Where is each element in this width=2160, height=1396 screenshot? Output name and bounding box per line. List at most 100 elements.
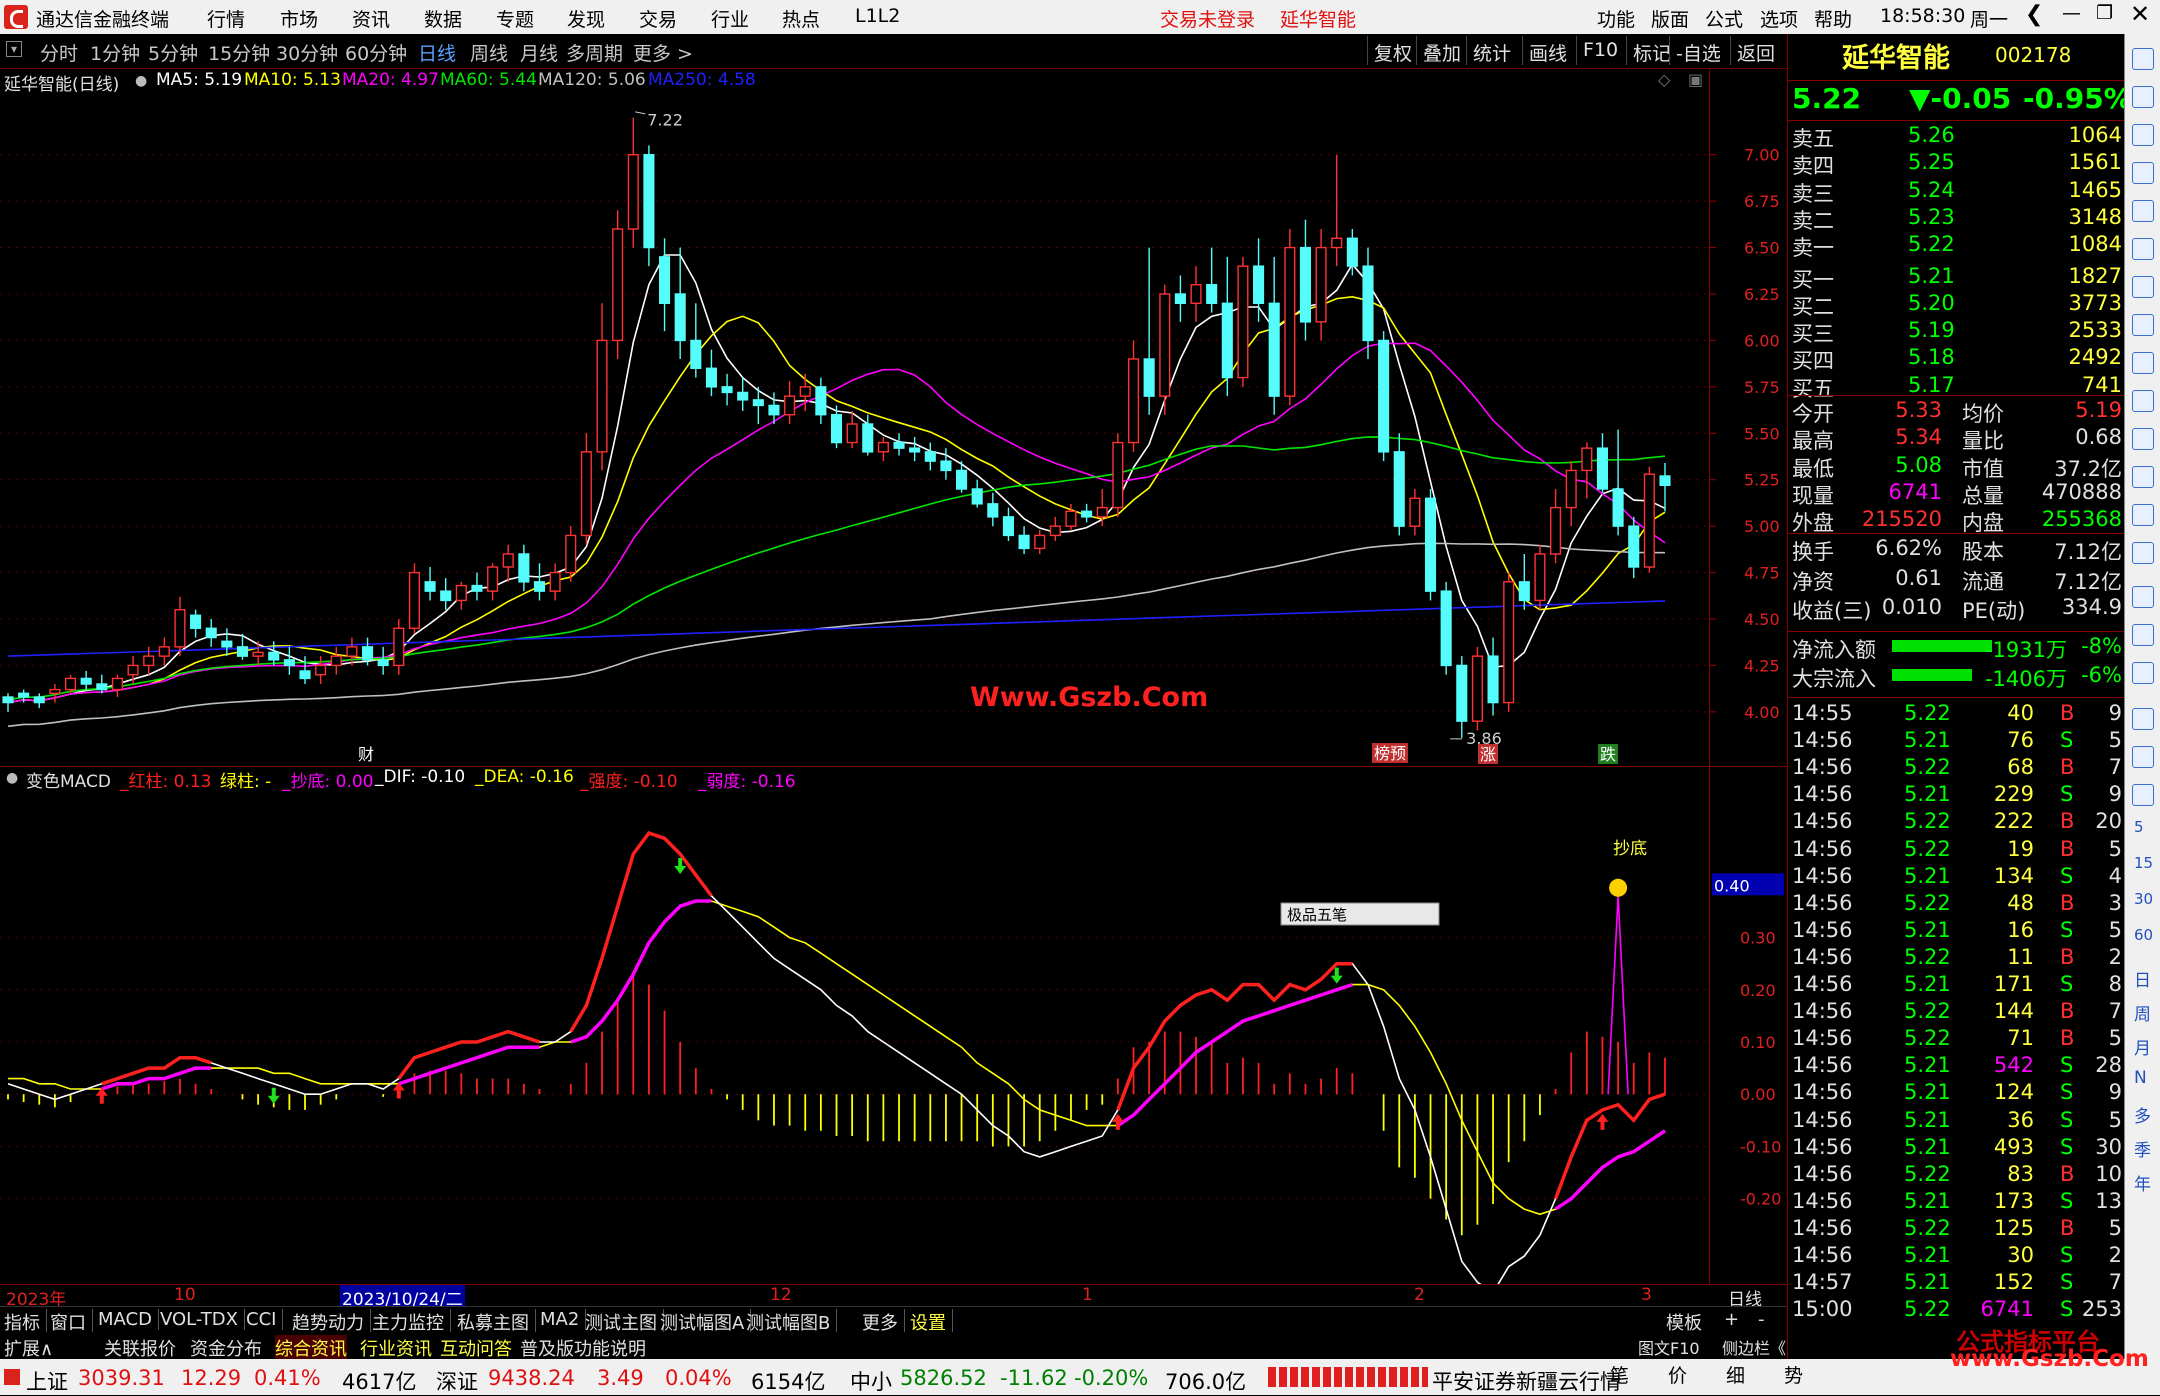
info-link[interactable]: 资金分布 <box>190 1335 262 1361</box>
menu-shuju[interactable]: 数据 <box>424 5 462 32</box>
move-icon[interactable] <box>2132 624 2154 646</box>
candle[interactable] <box>1315 229 1327 341</box>
menu-zhuanti[interactable]: 专题 <box>496 5 534 32</box>
candle[interactable] <box>893 433 905 456</box>
candle[interactable] <box>674 247 686 359</box>
order-book-row[interactable]: 卖二 5.23 3148 <box>1792 205 2122 233</box>
candle[interactable] <box>377 646 389 675</box>
panel-max-icon[interactable]: ▣ <box>1688 70 1703 89</box>
period-shortcut[interactable]: 年 <box>2134 1170 2151 1195</box>
candle[interactable] <box>174 596 186 657</box>
candle[interactable] <box>1487 637 1499 716</box>
candle[interactable] <box>721 373 733 406</box>
candle[interactable] <box>1409 489 1421 536</box>
candle[interactable] <box>1221 256 1233 397</box>
restore-icon[interactable]: ❐ <box>2096 2 2113 24</box>
candle[interactable] <box>612 210 624 359</box>
period-shortcut[interactable]: 周 <box>2134 1000 2151 1025</box>
period-tab[interactable]: 60分钟 <box>345 39 407 66</box>
candle[interactable] <box>315 656 327 684</box>
candle[interactable] <box>190 609 202 638</box>
period-shortcut[interactable]: 月 <box>2134 1034 2151 1059</box>
menu-icon[interactable] <box>2132 428 2154 450</box>
order-book-row[interactable]: 买三 5.19 2533 <box>1792 318 2122 346</box>
side-btn-jia[interactable]: 价 <box>1668 1361 1687 1388</box>
candle[interactable] <box>221 628 233 657</box>
sz-name[interactable]: 深证 <box>436 1366 478 1396</box>
candle[interactable] <box>1643 466 1655 573</box>
period-tab[interactable]: 月线 <box>520 39 558 66</box>
f10-link[interactable]: 图文F10 <box>1638 1335 1700 1359</box>
candle[interactable] <box>2 693 14 712</box>
menu-xuanxiang[interactable]: 选项 <box>1760 5 1798 32</box>
candle[interactable] <box>1378 331 1390 462</box>
period-tab[interactable]: 更多 > <box>633 39 693 66</box>
pen-icon[interactable] <box>2132 662 2154 684</box>
menu-l1l2[interactable]: L1L2 <box>855 5 900 27</box>
candle[interactable] <box>1612 429 1624 536</box>
candle[interactable] <box>408 563 420 634</box>
add-pane-button[interactable]: + <box>1724 1309 1745 1330</box>
candle[interactable] <box>1550 489 1562 564</box>
candle[interactable] <box>455 581 467 610</box>
order-book-row[interactable]: 卖五 5.26 1064 <box>1792 123 2122 151</box>
candle[interactable] <box>643 145 655 267</box>
indicator-tab[interactable]: MA2 <box>540 1309 587 1330</box>
candle[interactable] <box>1456 656 1468 738</box>
candle[interactable] <box>627 117 639 248</box>
candle[interactable] <box>487 563 499 601</box>
pct-icon[interactable] <box>2132 784 2154 806</box>
menu-gongshi[interactable]: 公式 <box>1705 5 1743 32</box>
chart-tool-tab[interactable]: -自选 <box>1669 36 1727 65</box>
candle[interactable] <box>1565 461 1577 527</box>
sh-name[interactable]: 上证 <box>26 1366 68 1396</box>
chart-icon[interactable] <box>2132 238 2154 260</box>
kline-chart-panel[interactable]: 7.00 6.75 6.50 6.25 6.00 5.75 5.50 5.25 5.00 4.75… <box>0 69 1787 766</box>
candle[interactable] <box>268 641 280 666</box>
candle[interactable] <box>705 349 717 397</box>
candle[interactable] <box>1393 433 1405 536</box>
doc-icon[interactable] <box>2132 162 2154 184</box>
candle[interactable] <box>1284 229 1296 406</box>
candle[interactable] <box>330 646 342 675</box>
period-tab[interactable]: 5分钟 <box>148 39 198 66</box>
bar-icon[interactable] <box>2132 276 2154 298</box>
chart-tool-tab[interactable]: 统计 <box>1466 36 1517 65</box>
candle[interactable] <box>784 381 796 424</box>
candle[interactable] <box>205 619 217 647</box>
candle[interactable] <box>1503 572 1515 712</box>
candle[interactable] <box>80 671 92 690</box>
candle[interactable] <box>471 572 483 601</box>
info-link[interactable]: 综合资讯 <box>275 1335 347 1361</box>
period-shortcut[interactable]: 60 <box>2134 926 2153 944</box>
menu-shichang[interactable]: 市场 <box>280 5 318 32</box>
remove-pane-button[interactable]: - <box>1758 1309 1771 1330</box>
macd-chart[interactable]: 0.40 0.30 0.20 0.10 0.00 -0.10 -0.20 抄底极品五笔 <box>0 767 1787 1294</box>
candle[interactable] <box>502 544 514 582</box>
chart-tool-tab[interactable]: 复权 <box>1367 36 1418 65</box>
side-btn-shi[interactable]: 势 <box>1784 1361 1803 1388</box>
info-link[interactable]: 关联报价 <box>104 1335 176 1361</box>
clock-icon[interactable] <box>2132 504 2154 526</box>
candle[interactable] <box>533 563 546 601</box>
candle[interactable] <box>96 674 108 694</box>
candle[interactable] <box>1440 581 1452 675</box>
candle[interactable] <box>518 544 530 592</box>
candle[interactable] <box>1018 526 1030 554</box>
pic-icon[interactable] <box>2132 746 2154 768</box>
candle[interactable] <box>346 637 358 666</box>
candle[interactable] <box>1206 247 1218 313</box>
menu-redian[interactable]: 热点 <box>782 5 820 32</box>
candle[interactable] <box>877 437 889 462</box>
period-tab[interactable]: 15分钟 <box>208 39 270 66</box>
menu-faxian[interactable]: 发现 <box>567 5 605 32</box>
menu-hangqing[interactable]: 行情 <box>207 5 245 32</box>
diamond-icon[interactable]: ◇ <box>1658 70 1670 89</box>
grid-icon[interactable] <box>2132 200 2154 222</box>
candle[interactable] <box>940 448 952 480</box>
indicator-tab[interactable]: VOL-TDX <box>160 1309 245 1330</box>
order-book-row[interactable]: 买四 5.18 2492 <box>1792 345 2122 373</box>
candle[interactable] <box>690 303 702 378</box>
candle[interactable] <box>1362 247 1374 359</box>
up-arrow-icon[interactable] <box>2132 86 2154 108</box>
